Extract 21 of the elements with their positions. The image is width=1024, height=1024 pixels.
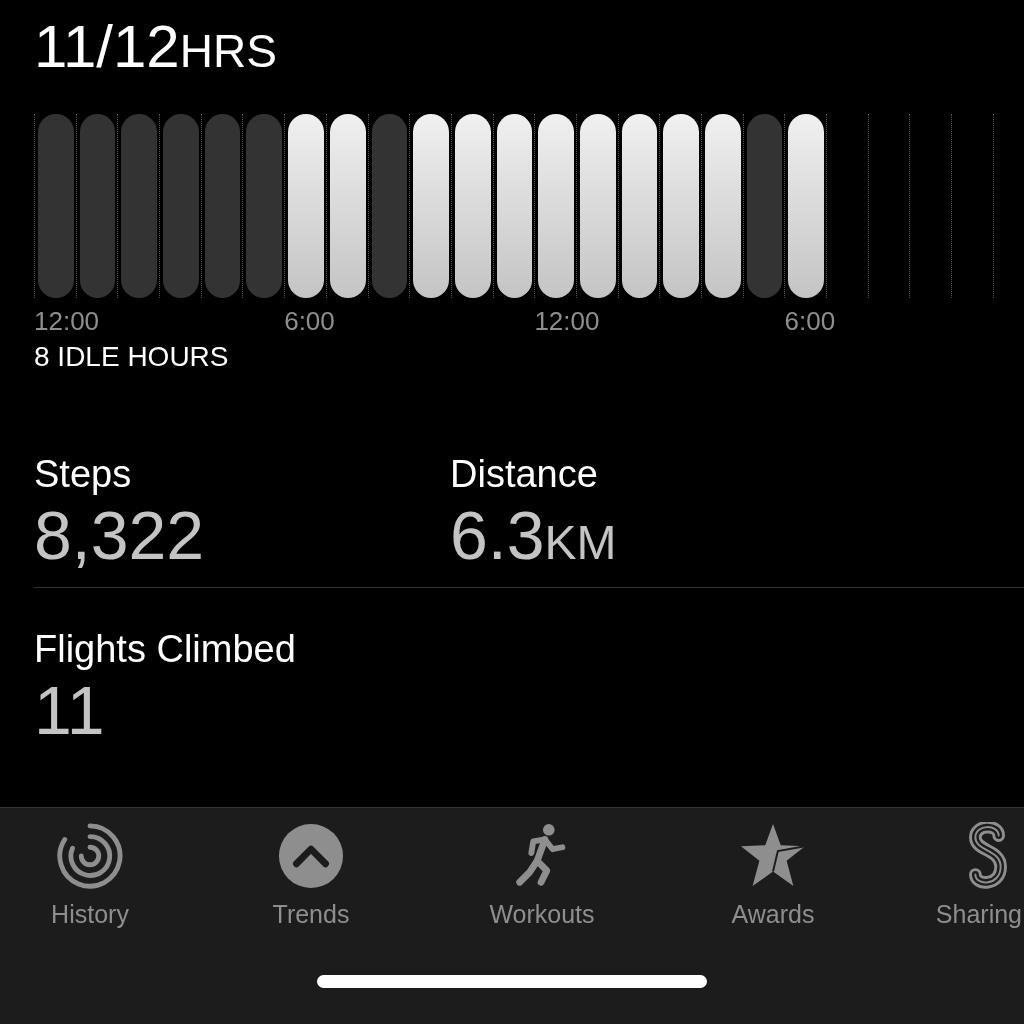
stat-unit: KM: [544, 515, 617, 570]
tab-bar-item[interactable]: Trends: [211, 822, 411, 929]
axis-label: 6:00: [784, 306, 837, 337]
stat-label: Distance: [450, 453, 599, 496]
stat-value: 6.3: [450, 496, 545, 574]
axis-label: 6:00: [284, 306, 336, 337]
stat-label: Steps: [34, 453, 133, 496]
tab-bar-item[interactable]: Awards: [673, 822, 873, 929]
stat-value: 11: [34, 671, 105, 749]
stand-hours-value: 11/12: [34, 12, 180, 81]
tab-bar-item[interactable]: Workouts: [442, 822, 642, 929]
axis-label: 12:00: [534, 306, 601, 337]
idle-hours-label: 8 IDLE HOURS: [34, 341, 230, 373]
chevron-up-icon: [277, 822, 345, 890]
stand-hours-unit: HRS: [179, 24, 277, 78]
axis-label: 12:00: [34, 306, 101, 337]
rings-icon: [56, 822, 124, 890]
stat-label: Flights Climbed: [34, 628, 297, 671]
tab-bar-item[interactable]: History: [0, 822, 180, 929]
tab-bar-item[interactable]: Sharing: [904, 822, 1024, 929]
stat-value: 8,322: [34, 496, 205, 574]
